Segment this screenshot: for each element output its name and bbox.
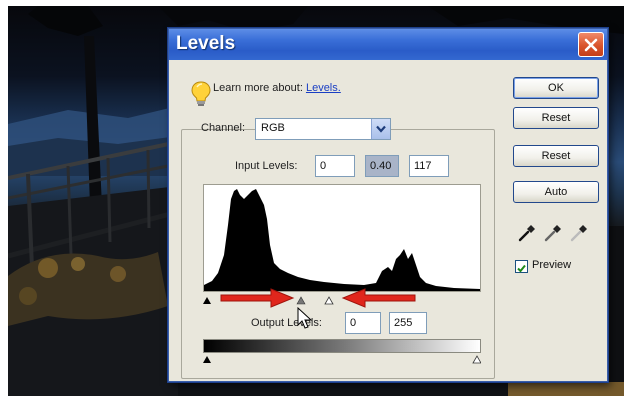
output-black-handle bbox=[203, 356, 211, 363]
histogram-graph bbox=[204, 189, 480, 291]
output-gradient-bar bbox=[203, 339, 481, 353]
output-white-handle bbox=[472, 355, 481, 364]
preview-label: Preview bbox=[532, 259, 572, 271]
left-pointing-arrow-icon bbox=[341, 288, 416, 308]
white-point-handle bbox=[324, 296, 334, 305]
close-button[interactable] bbox=[578, 32, 604, 57]
gray-eyedropper-icon[interactable] bbox=[543, 223, 563, 243]
output-white-field[interactable]: 255 bbox=[389, 312, 427, 334]
checkmark-icon bbox=[517, 264, 526, 273]
output-levels-slider[interactable] bbox=[203, 352, 481, 364]
channel-select[interactable]: RGB bbox=[255, 118, 391, 140]
levels-dialog: Levels Learn more about: Levels. Channel… bbox=[168, 28, 608, 382]
learn-more-prefix: Learn more about: bbox=[213, 82, 303, 94]
dialog-title: Levels bbox=[176, 33, 236, 54]
channel-label: Channel: bbox=[201, 122, 246, 134]
auto-button[interactable]: Auto bbox=[513, 181, 599, 203]
reset-button-secondary[interactable]: Reset bbox=[513, 145, 599, 167]
gamma-handle bbox=[296, 296, 306, 305]
learn-more-text: Learn more about: Levels. bbox=[213, 82, 341, 94]
input-levels-label: Input Levels: bbox=[235, 160, 298, 172]
black-point-handle bbox=[203, 297, 211, 304]
lightbulb-icon bbox=[191, 81, 211, 106]
input-white-field[interactable]: 117 bbox=[409, 155, 449, 177]
white-eyedropper-icon[interactable] bbox=[569, 223, 589, 243]
channel-value: RGB bbox=[261, 122, 285, 134]
channel-dropdown-arrow[interactable] bbox=[371, 119, 390, 139]
levels-help-link[interactable]: Levels. bbox=[306, 82, 341, 94]
reset-button[interactable]: Reset bbox=[513, 107, 599, 129]
histogram bbox=[203, 184, 481, 292]
title-bar[interactable]: Levels bbox=[169, 29, 607, 60]
black-eyedropper-icon[interactable] bbox=[517, 223, 537, 243]
input-gamma-field[interactable]: 0.40 bbox=[365, 155, 399, 177]
close-icon bbox=[584, 38, 598, 51]
right-pointing-arrow-icon bbox=[220, 288, 295, 308]
input-black-field[interactable]: 0 bbox=[315, 155, 355, 177]
ok-button[interactable]: OK bbox=[513, 77, 599, 99]
output-black-field[interactable]: 0 bbox=[345, 312, 381, 334]
mouse-cursor-icon bbox=[297, 307, 313, 329]
preview-checkbox[interactable] bbox=[515, 260, 528, 273]
chevron-down-icon bbox=[376, 125, 386, 133]
